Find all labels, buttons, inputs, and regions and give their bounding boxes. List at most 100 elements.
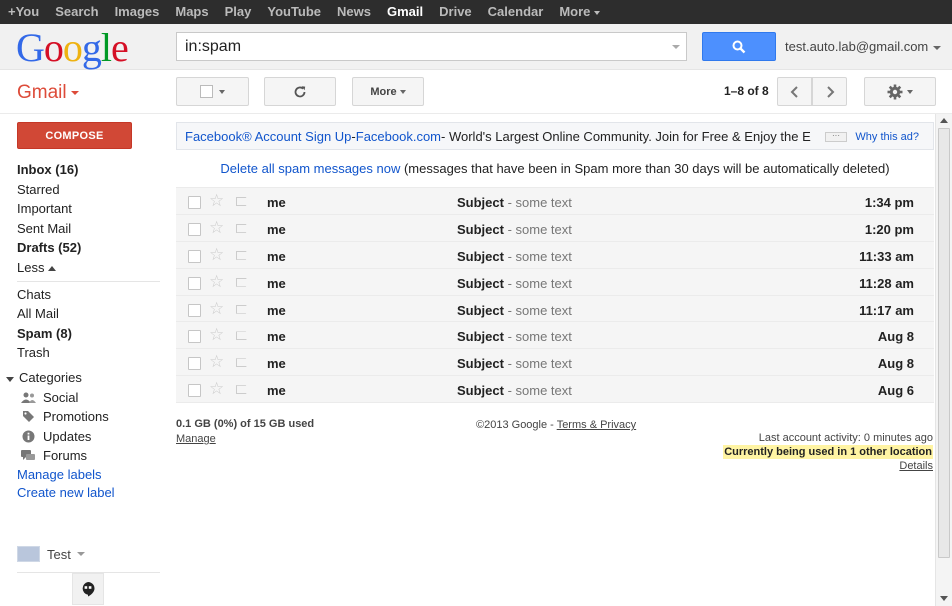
table-row[interactable]: ☆ me Subject - some text Aug 6 — [176, 376, 934, 404]
table-row[interactable]: ☆ me Subject - some text 11:28 am — [176, 268, 934, 296]
hangouts-button[interactable] — [72, 573, 104, 605]
sidebar-item-chats[interactable]: Chats — [17, 285, 161, 305]
refresh-button[interactable] — [264, 77, 336, 106]
sidebar-category-promotions[interactable]: Promotions — [17, 407, 161, 427]
search-button[interactable] — [702, 32, 776, 61]
row-checkbox[interactable] — [188, 384, 201, 398]
message-list: ☆ me Subject - some text 1:34 pm ☆ me Su… — [176, 187, 934, 404]
star-icon[interactable]: ☆ — [209, 353, 224, 371]
sidebar-category-social[interactable]: Social — [17, 388, 161, 408]
select-all-button[interactable] — [176, 77, 249, 106]
search-input[interactable] — [185, 37, 655, 57]
search-options-icon[interactable] — [672, 45, 680, 49]
star-icon[interactable]: ☆ — [209, 192, 224, 210]
sidebar-category-forums[interactable]: Forums — [17, 446, 161, 466]
chevron-down-icon — [399, 89, 406, 94]
important-marker-icon[interactable] — [236, 250, 249, 260]
delete-all-spam-link[interactable]: Delete all spam messages now — [220, 161, 400, 176]
why-this-ad-link[interactable]: Why this ad? — [855, 131, 919, 143]
topbar-item-youtube[interactable]: YouTube — [259, 0, 329, 24]
older-button[interactable] — [812, 77, 847, 106]
sidebar-item-sent[interactable]: Sent Mail — [17, 219, 161, 239]
manage-storage-link[interactable]: Manage — [176, 433, 314, 445]
tag-icon — [20, 410, 36, 423]
star-icon[interactable]: ☆ — [209, 245, 224, 264]
row-checkbox[interactable] — [188, 357, 201, 371]
row-checkbox[interactable] — [188, 249, 201, 263]
topbar-item-news[interactable]: News — [329, 0, 379, 24]
scroll-up-icon[interactable] — [940, 118, 948, 123]
sidebar-item-inbox[interactable]: Inbox (16) — [17, 160, 161, 180]
more-actions-label: More — [370, 85, 397, 98]
star-icon[interactable]: ☆ — [209, 326, 224, 344]
create-label-link[interactable]: Create new label — [17, 484, 161, 502]
chat-user-status[interactable]: Test — [17, 546, 85, 562]
star-icon[interactable]: ☆ — [209, 218, 224, 237]
snippet: - some text — [503, 302, 572, 318]
important-marker-icon[interactable] — [236, 385, 249, 395]
account-menu[interactable]: test.auto.lab@gmail.com — [785, 39, 942, 54]
scroll-thumb[interactable] — [938, 128, 950, 558]
important-marker-icon[interactable] — [236, 197, 249, 206]
info-icon — [20, 430, 36, 443]
google-logo[interactable]: Google — [16, 26, 129, 70]
star-icon[interactable]: ☆ — [209, 299, 224, 318]
settings-button[interactable] — [864, 77, 936, 106]
scroll-down-icon[interactable] — [940, 596, 948, 601]
topbar-item-search[interactable]: Search — [47, 0, 106, 24]
topbar-item-play[interactable]: Play — [217, 0, 260, 24]
table-row[interactable]: ☆ me Subject - some text 1:20 pm — [176, 214, 934, 242]
star-icon[interactable]: ☆ — [209, 380, 224, 398]
row-checkbox[interactable] — [188, 330, 201, 344]
table-row[interactable]: ☆ me Subject - some text Aug 8 — [176, 322, 934, 350]
topbar-item-you[interactable]: +You — [0, 0, 47, 24]
ad-link[interactable]: Facebook® Account Sign Up — [185, 129, 351, 144]
scrollbar[interactable] — [935, 114, 952, 606]
gmail-menu[interactable]: Gmail — [17, 82, 79, 104]
topbar-item-gmail[interactable]: Gmail — [379, 0, 431, 24]
search-icon — [732, 40, 746, 53]
table-row[interactable]: ☆ me Subject - some text 1:34 pm — [176, 188, 934, 215]
table-row[interactable]: ☆ me Subject - some text 11:17 am — [176, 295, 934, 323]
row-checkbox[interactable] — [188, 303, 201, 317]
row-checkbox[interactable] — [188, 196, 201, 209]
sidebar-item-important[interactable]: Important — [17, 199, 161, 219]
sidebar-item-all-mail[interactable]: All Mail — [17, 304, 161, 324]
star-icon[interactable]: ☆ — [209, 272, 224, 291]
row-checkbox[interactable] — [188, 276, 201, 290]
row-checkbox[interactable] — [188, 222, 201, 236]
table-row[interactable]: ☆ me Subject - some text Aug 8 — [176, 349, 934, 377]
topbar-item-images[interactable]: Images — [107, 0, 168, 24]
sidebar-category-updates[interactable]: Updates — [17, 427, 161, 447]
hangouts-icon — [82, 582, 95, 597]
sidebar-categories-toggle[interactable]: Categories — [6, 368, 161, 388]
sidebar-item-drafts[interactable]: Drafts (52) — [17, 238, 161, 258]
topbar-item-drive[interactable]: Drive — [431, 0, 480, 24]
newer-button[interactable] — [777, 77, 812, 106]
topbar-item-maps[interactable]: Maps — [167, 0, 216, 24]
sidebar-item-spam[interactable]: Spam (8) — [17, 324, 161, 344]
important-marker-icon[interactable] — [236, 358, 249, 368]
compose-button[interactable]: COMPOSE — [17, 122, 132, 149]
important-marker-icon[interactable] — [236, 331, 249, 341]
category-label: Updates — [43, 428, 92, 444]
sidebar-less-toggle[interactable]: Less — [17, 258, 161, 278]
table-row[interactable]: ☆ me Subject - some text 11:33 am — [176, 241, 934, 269]
topbar-item-calendar[interactable]: Calendar — [480, 0, 552, 24]
user-name: Test — [47, 546, 71, 562]
manage-labels-link[interactable]: Manage labels — [17, 466, 161, 484]
more-actions-button[interactable]: More — [352, 77, 424, 106]
ad-domain-link[interactable]: Facebook.com — [356, 129, 441, 144]
sender: me — [267, 221, 286, 237]
sidebar-item-starred[interactable]: Starred — [17, 180, 161, 200]
activity-details-link[interactable]: Details — [723, 459, 933, 473]
terms-privacy-link[interactable]: Terms & Privacy — [557, 419, 636, 431]
sidebar-item-trash[interactable]: Trash — [17, 343, 161, 363]
pagination-count[interactable]: 1–8 of 8 — [724, 84, 769, 98]
important-marker-icon[interactable] — [236, 223, 249, 233]
important-marker-icon[interactable] — [236, 277, 249, 287]
ad-more-button[interactable]: ··· — [825, 132, 847, 142]
important-marker-icon[interactable] — [236, 304, 249, 314]
topbar-item-more[interactable]: More — [551, 0, 608, 24]
snippet: - some text — [503, 383, 572, 399]
